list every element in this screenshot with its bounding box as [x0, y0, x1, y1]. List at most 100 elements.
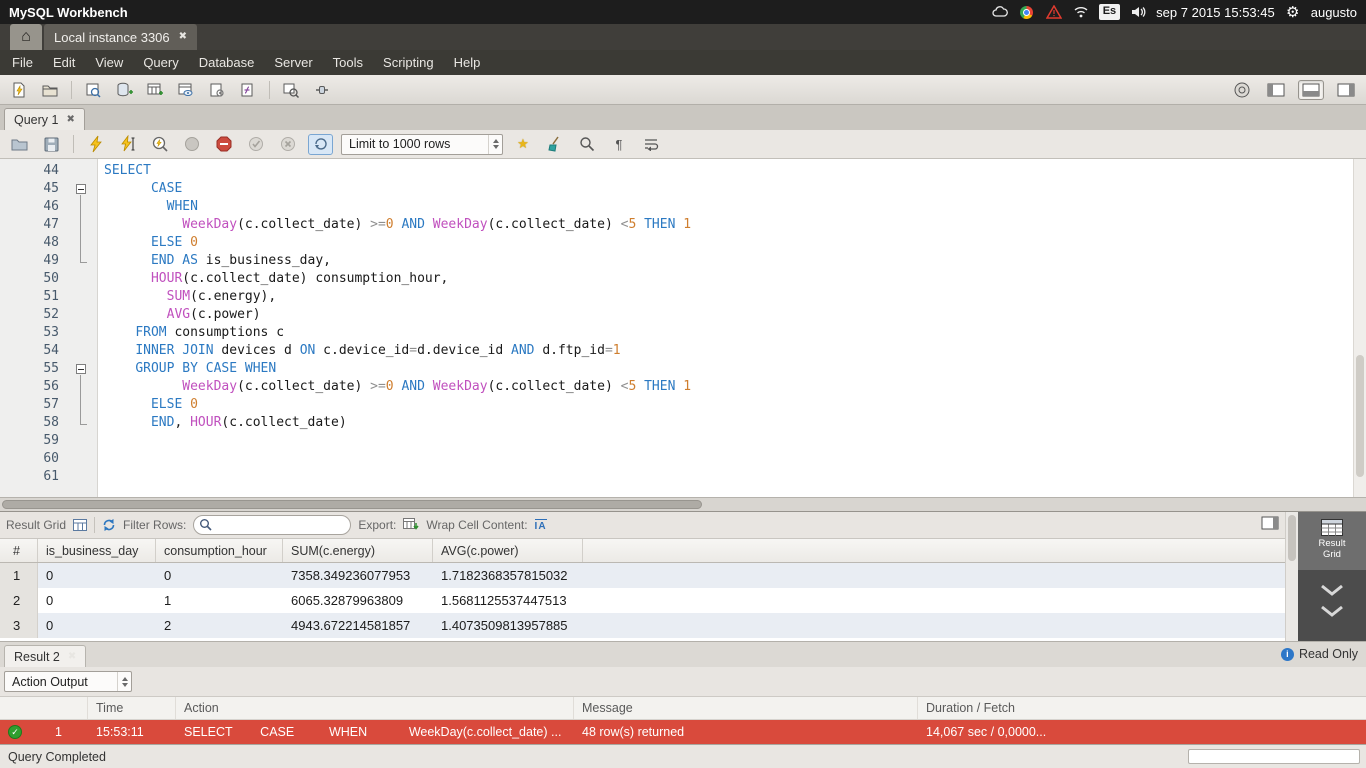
- menu-query[interactable]: Query: [133, 51, 188, 74]
- refresh-grid-icon[interactable]: [102, 518, 116, 532]
- toggle-invisible-characters-button[interactable]: ¶: [607, 132, 631, 156]
- close-icon[interactable]: ✖: [179, 32, 187, 42]
- editor-line[interactable]: 50 HOUR(c.collect_date) consumption_hour…: [0, 270, 1366, 288]
- editor-line[interactable]: 57 ELSE 0: [0, 396, 1366, 414]
- close-icon[interactable]: ✖: [68, 651, 76, 662]
- column-header-consumption-hour[interactable]: consumption_hour: [156, 539, 283, 562]
- menu-database[interactable]: Database: [189, 51, 265, 74]
- editor-line[interactable]: 45 CASE: [0, 180, 1366, 198]
- toggle-output-area-button[interactable]: [1298, 79, 1324, 100]
- scrollbar-thumb[interactable]: [2, 500, 702, 509]
- new-query-tab-button[interactable]: [7, 78, 31, 102]
- column-header-duration[interactable]: Duration / Fetch: [918, 697, 1366, 719]
- editor-line[interactable]: 56 WeekDay(c.collect_date) >=0 AND WeekD…: [0, 378, 1366, 396]
- table-inspector-button[interactable]: [81, 78, 105, 102]
- cloud-sync-icon[interactable]: [991, 3, 1009, 21]
- chrome-icon[interactable]: [1018, 3, 1036, 21]
- editor-horizontal-scrollbar[interactable]: [0, 497, 1366, 511]
- editor-line[interactable]: 52 AVG(c.power): [0, 306, 1366, 324]
- editor-vertical-scrollbar[interactable]: [1353, 159, 1366, 497]
- editor-line[interactable]: 61: [0, 468, 1366, 486]
- menu-tools[interactable]: Tools: [323, 51, 373, 74]
- home-tab[interactable]: ⌂: [10, 24, 42, 50]
- scrollbar-thumb[interactable]: [1356, 355, 1364, 477]
- editor-line[interactable]: 44 SELECT: [0, 162, 1366, 180]
- query-tab[interactable]: Query 1 ✖: [4, 108, 85, 130]
- scrollbar-thumb[interactable]: [1288, 515, 1296, 561]
- status-indicator-icon[interactable]: [1230, 78, 1254, 102]
- column-header-sum-energy[interactable]: SUM(c.energy): [283, 539, 433, 562]
- execute-query-button[interactable]: [84, 132, 108, 156]
- table-cell[interactable]: 7358.349236077953: [283, 563, 433, 588]
- save-snippet-button[interactable]: ★: [511, 132, 535, 156]
- fold-collapse-icon[interactable]: [76, 364, 86, 374]
- volume-icon[interactable]: [1129, 3, 1147, 21]
- toggle-result-sidebar-button[interactable]: [1261, 516, 1279, 530]
- warning-icon[interactable]: [1045, 3, 1063, 21]
- network-wifi-icon[interactable]: [1072, 3, 1090, 21]
- reconnect-dbms-button[interactable]: [310, 78, 334, 102]
- toggle-stop-on-error-button[interactable]: [212, 132, 236, 156]
- editor-line[interactable]: 54 INNER JOIN devices d ON c.device_id=d…: [0, 342, 1366, 360]
- table-cell[interactable]: 0: [38, 563, 156, 588]
- table-row[interactable]: 2 0 1 6065.32879963809 1.5681125537447513: [0, 588, 1285, 613]
- username[interactable]: augusto: [1311, 5, 1357, 20]
- table-cell[interactable]: 2: [156, 613, 283, 638]
- menu-view[interactable]: View: [85, 51, 133, 74]
- explain-query-button[interactable]: [148, 132, 172, 156]
- sidebar-scroll-down-button[interactable]: [1298, 584, 1366, 617]
- editor-line[interactable]: 47 WeekDay(c.collect_date) >=0 AND WeekD…: [0, 216, 1366, 234]
- toggle-left-sidebar-button[interactable]: [1263, 80, 1289, 100]
- create-function-button[interactable]: [236, 78, 260, 102]
- commit-button[interactable]: [244, 132, 268, 156]
- table-row[interactable]: 1 0 0 7358.349236077953 1.7182368357815032: [0, 563, 1285, 588]
- create-schema-button[interactable]: [112, 78, 136, 102]
- toggle-word-wrap-button[interactable]: [639, 132, 663, 156]
- table-cell[interactable]: 6065.32879963809: [283, 588, 433, 613]
- keyboard-layout-indicator[interactable]: Es: [1098, 4, 1121, 20]
- row-index-cell[interactable]: 1: [0, 563, 38, 588]
- menu-edit[interactable]: Edit: [43, 51, 85, 74]
- editor-line[interactable]: 46 WHEN: [0, 198, 1366, 216]
- table-cell[interactable]: 0: [38, 588, 156, 613]
- rollback-button[interactable]: [276, 132, 300, 156]
- action-output-row[interactable]: ✓ 1 15:53:11 SELECT CASE WHEN WeekDay(c.…: [0, 720, 1366, 744]
- spinner-arrows[interactable]: [117, 672, 131, 691]
- session-gear-icon[interactable]: ⚙: [1284, 3, 1302, 21]
- result-grid-vertical-scrollbar[interactable]: [1285, 512, 1298, 641]
- editor-line[interactable]: 53 FROM consumptions c: [0, 324, 1366, 342]
- output-selector-dropdown[interactable]: Action Output: [4, 671, 132, 692]
- sql-editor[interactable]: 44 SELECT 45 CASE 46 WHEN 47 WeekDay(c.colle…: [0, 159, 1366, 497]
- table-cell[interactable]: 1.4073509813957885: [433, 613, 583, 638]
- table-cell[interactable]: 1.5681125537447513: [433, 588, 583, 613]
- beautify-query-button[interactable]: [543, 132, 567, 156]
- spinner-arrows[interactable]: [488, 134, 502, 154]
- search-table-data-button[interactable]: [279, 78, 303, 102]
- export-icon[interactable]: [403, 518, 419, 532]
- column-header-action[interactable]: Action: [176, 697, 574, 719]
- create-table-button[interactable]: [143, 78, 167, 102]
- open-script-button[interactable]: [38, 78, 62, 102]
- sidebar-result-grid-button[interactable]: Result Grid: [1298, 512, 1366, 570]
- save-script-button[interactable]: [39, 132, 63, 156]
- table-cell[interactable]: 1: [156, 588, 283, 613]
- result-tab[interactable]: Result 2 ✖: [4, 645, 87, 667]
- close-icon[interactable]: ✖: [66, 114, 74, 125]
- find-button[interactable]: [575, 132, 599, 156]
- editor-line[interactable]: 48 ELSE 0: [0, 234, 1366, 252]
- menu-server[interactable]: Server: [264, 51, 322, 74]
- editor-line[interactable]: 49 END AS is_business_day,: [0, 252, 1366, 270]
- column-header-message[interactable]: Message: [574, 697, 918, 719]
- fold-collapse-icon[interactable]: [76, 184, 86, 194]
- column-header-is-business-day[interactable]: is_business_day: [38, 539, 156, 562]
- row-index-cell[interactable]: 2: [0, 588, 38, 613]
- column-header-time[interactable]: Time: [88, 697, 176, 719]
- editor-line[interactable]: 59: [0, 432, 1366, 450]
- table-cell[interactable]: 0: [156, 563, 283, 588]
- table-cell[interactable]: 1.7182368357815032: [433, 563, 583, 588]
- row-index-cell[interactable]: 3: [0, 613, 38, 638]
- column-header-index[interactable]: #: [0, 539, 38, 562]
- open-sql-file-button[interactable]: [7, 132, 31, 156]
- connection-tab[interactable]: Local instance 3306 ✖: [44, 24, 198, 50]
- wrap-cell-content-icon[interactable]: IA: [534, 518, 547, 532]
